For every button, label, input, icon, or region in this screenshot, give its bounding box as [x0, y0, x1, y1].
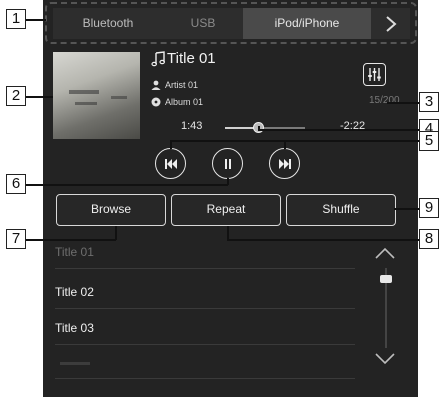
pause-icon	[224, 158, 231, 169]
leader-line	[227, 226, 229, 240]
pause-button[interactable]	[212, 148, 243, 179]
list-divider	[55, 268, 355, 269]
list-item-faded	[60, 362, 90, 365]
scrollbar-thumb[interactable]	[380, 275, 392, 284]
artist-name: Artist 01	[165, 80, 199, 90]
list-item[interactable]: Title 03	[55, 321, 355, 335]
scroll-up-button[interactable]	[374, 246, 396, 260]
callout-9: 9	[419, 198, 439, 218]
tab-bar-highlight-frame	[45, 2, 417, 44]
elapsed-time: 1:43	[181, 120, 203, 132]
album-name: Album 01	[165, 97, 204, 107]
leader-line	[227, 239, 419, 241]
track-title-row: Title 01	[151, 50, 216, 67]
album-row: Album 01	[151, 97, 203, 107]
leader-line	[115, 226, 117, 240]
leader-line	[284, 140, 286, 149]
callout-1: 1	[6, 9, 26, 29]
leader-line	[170, 140, 419, 142]
leader-line	[26, 239, 116, 241]
artist-icon	[151, 80, 161, 90]
equalizer-icon	[368, 68, 381, 81]
browse-button[interactable]: Browse	[56, 194, 166, 226]
callout-6: 6	[6, 174, 26, 194]
repeat-button[interactable]: Repeat	[171, 194, 281, 226]
list-divider	[55, 308, 355, 309]
callout-8: 8	[419, 229, 439, 249]
callout-3: 3	[419, 92, 439, 112]
leader-line	[26, 96, 53, 98]
leader-line	[258, 126, 260, 130]
list-item[interactable]: Title 01	[55, 245, 355, 259]
leader-line	[26, 184, 228, 186]
callout-2: 2	[6, 86, 26, 106]
scroll-down-button[interactable]	[374, 352, 396, 366]
leader-line	[387, 102, 419, 104]
list-divider	[55, 378, 355, 379]
track-count: 15/200	[369, 95, 400, 106]
leader-line	[170, 140, 172, 149]
artist-row: Artist 01	[151, 80, 198, 90]
album-disc-icon	[151, 97, 161, 107]
callout-5: 5	[419, 131, 439, 151]
leader-line	[227, 178, 229, 185]
previous-track-icon	[164, 158, 177, 169]
list-item[interactable]: Title 02	[55, 285, 355, 299]
list-divider	[55, 344, 355, 345]
chevron-up-icon	[375, 247, 395, 259]
album-art	[53, 52, 140, 139]
leader-line	[394, 208, 419, 210]
next-track-button[interactable]	[269, 148, 300, 179]
previous-track-button[interactable]	[155, 148, 186, 179]
leader-line	[258, 129, 419, 131]
callout-7: 7	[6, 229, 26, 249]
leader-line	[26, 19, 46, 21]
next-track-icon	[278, 158, 291, 169]
music-note-icon	[151, 50, 165, 66]
track-title: Title 01	[167, 50, 216, 67]
sound-settings-button[interactable]	[363, 63, 386, 86]
shuffle-button[interactable]: Shuffle	[286, 194, 396, 226]
chevron-down-icon	[375, 353, 395, 365]
